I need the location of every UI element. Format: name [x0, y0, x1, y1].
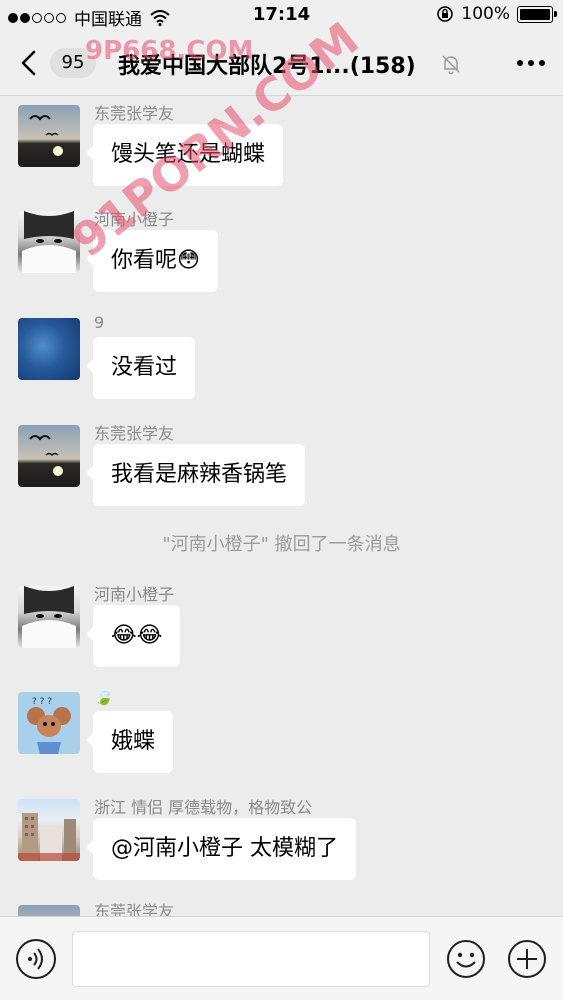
battery-icon — [517, 5, 557, 23]
sender-name: 东莞张学友 — [94, 104, 175, 123]
cartoon-mouse-icon: ? ? ? — [27, 697, 71, 754]
message-row: ? ? ? 🍃 娥蝶 — [0, 684, 563, 779]
voice-wave-icon — [28, 948, 43, 970]
sender-name: 🍃 — [94, 687, 114, 706]
emoji-icon[interactable] — [446, 939, 486, 979]
message-row: 浙江 情侣 厚德载物，格物致公 @河南小橙子 太模糊了 — [0, 791, 563, 886]
recall-notice: "河南小橙子" 撤回了一条消息 — [162, 534, 401, 555]
avatar[interactable] — [18, 586, 80, 648]
message-input[interactable] — [72, 931, 430, 987]
message-row: 河南小橙子 😂😂 — [0, 578, 563, 673]
sender-name: 东莞张学友 — [94, 902, 175, 916]
status-right: 100% — [436, 4, 557, 24]
rotation-lock-icon — [437, 6, 454, 22]
status-bar: 中国联通 17:14 100% — [0, 0, 563, 30]
message-row: 9 没看过 — [0, 310, 563, 405]
portrait-icon — [22, 586, 76, 648]
sender-name: 浙江 情侣 厚德载物，格物致公 — [94, 798, 313, 817]
avatar[interactable] — [18, 799, 80, 861]
message-row: 东莞张学友 — [0, 897, 563, 916]
avatar[interactable] — [18, 425, 80, 487]
watermark-text: 9P668.COM — [85, 36, 254, 66]
building-icon — [18, 813, 80, 861]
seagull-icon — [29, 115, 63, 156]
back-chevron-icon[interactable] — [18, 49, 42, 77]
message-bubble[interactable]: 娥蝶 — [85, 711, 174, 773]
message-row: 东莞张学友 我看是麻辣香锅笔 — [0, 417, 563, 512]
battery-label: 100% — [461, 4, 510, 24]
message-bubble[interactable]: 我看是麻辣香锅笔 — [85, 444, 306, 506]
plus-icon[interactable] — [507, 939, 547, 979]
voice-icon[interactable] — [16, 939, 56, 979]
message-bubble[interactable]: 😂😂 — [85, 605, 181, 667]
svg-text:? ? ?: ? ? ? — [32, 697, 52, 707]
sender-name: 河南小橙子 — [94, 585, 175, 604]
avatar[interactable]: ? ? ? — [18, 692, 80, 754]
avatar[interactable] — [18, 905, 80, 916]
input-bar — [0, 916, 563, 1000]
sender-name: 9 — [94, 313, 105, 332]
message-bubble[interactable]: 没看过 — [85, 337, 196, 399]
more-options-icon[interactable] — [517, 60, 545, 66]
mute-bell-icon — [442, 55, 460, 75]
message-bubble[interactable]: @河南小橙子 太模糊了 — [86, 818, 356, 880]
sender-name: 东莞张学友 — [94, 424, 175, 443]
avatar[interactable] — [18, 318, 80, 380]
seagull-icon — [29, 435, 63, 476]
avatar[interactable] — [18, 105, 80, 167]
